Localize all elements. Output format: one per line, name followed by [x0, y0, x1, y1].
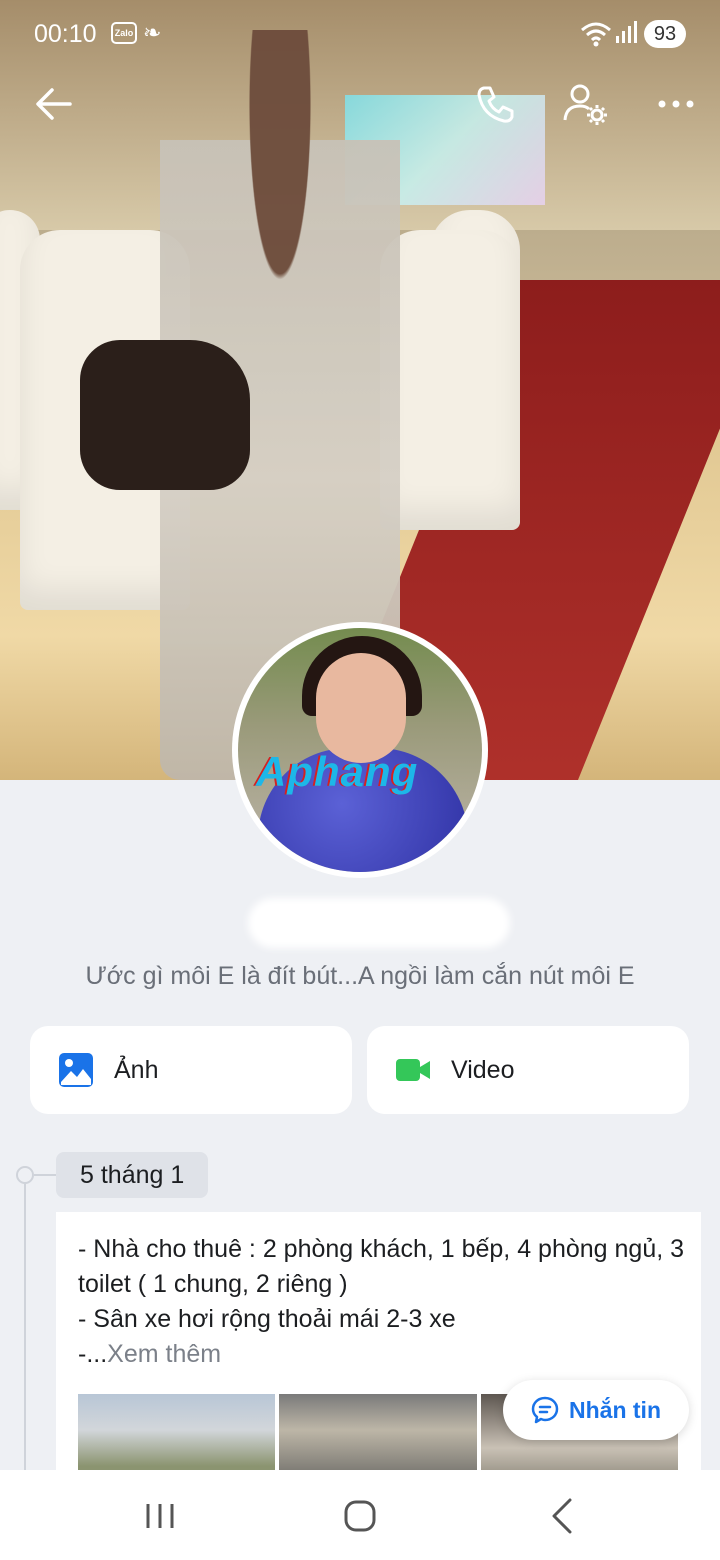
see-more-link[interactable]: Xem thêm — [107, 1340, 221, 1368]
avatar[interactable]: Aphang — [232, 622, 488, 878]
post-line-prefix: -... — [78, 1340, 108, 1368]
cover-handbag — [80, 340, 250, 490]
avatar-photo: Aphang — [238, 628, 482, 872]
back-icon[interactable] — [538, 1492, 586, 1540]
battery-indicator: 93 — [644, 20, 686, 48]
timeline-connector — [34, 1174, 56, 1176]
profile-bio: Ước gì môi E là đít bút...A ngồi làm cắn… — [85, 962, 635, 990]
system-nav-bar — [0, 1470, 720, 1560]
avatar-face — [316, 653, 406, 763]
video-label: Video — [451, 1055, 515, 1084]
zalo-notification-icon: Zalo — [111, 22, 137, 44]
status-time: 00:10 — [34, 20, 97, 48]
message-button[interactable]: Nhắn tin — [503, 1380, 689, 1440]
photos-label: Ảnh — [114, 1055, 159, 1084]
avatar-watermark: Aphang — [256, 748, 419, 795]
profile-settings-icon[interactable] — [562, 80, 610, 128]
post-line: - Sân xe hơi rộng thoải mái 2-3 xe — [78, 1305, 456, 1333]
chat-bubble-icon — [531, 1396, 559, 1424]
post-text: - Nhà cho thuê : 2 phòng khách, 1 bếp, 4… — [78, 1232, 688, 1372]
home-icon[interactable] — [336, 1492, 384, 1540]
profile-name-redacted — [248, 898, 510, 948]
wifi-icon — [581, 22, 611, 47]
image-icon — [59, 1053, 93, 1087]
timeline-post[interactable]: - Nhà cho thuê : 2 phòng khách, 1 bếp, 4… — [56, 1212, 701, 1484]
timeline-date: 5 tháng 1 — [56, 1152, 209, 1198]
more-icon[interactable] — [652, 80, 700, 128]
video-button[interactable]: Video — [367, 1026, 689, 1114]
timeline-line — [24, 1174, 26, 1474]
status-bar: 00:10 Zalo ❧ 93 — [0, 0, 720, 68]
phone-icon[interactable] — [472, 80, 520, 128]
recent-apps-icon[interactable] — [136, 1492, 184, 1540]
video-camera-icon — [396, 1059, 430, 1081]
cover-chair — [380, 230, 520, 530]
signal-icon — [616, 21, 637, 43]
timeline-dot — [16, 1166, 34, 1184]
post-line: -...Xem thêm — [78, 1337, 688, 1372]
back-arrow-icon[interactable] — [30, 80, 78, 128]
leaf-notification-icon: ❧ — [143, 20, 162, 45]
message-button-label: Nhắn tin — [569, 1396, 661, 1423]
photos-button[interactable]: Ảnh — [30, 1026, 352, 1114]
post-line: - Nhà cho thuê : 2 phòng khách, 1 bếp, 4… — [78, 1235, 685, 1298]
